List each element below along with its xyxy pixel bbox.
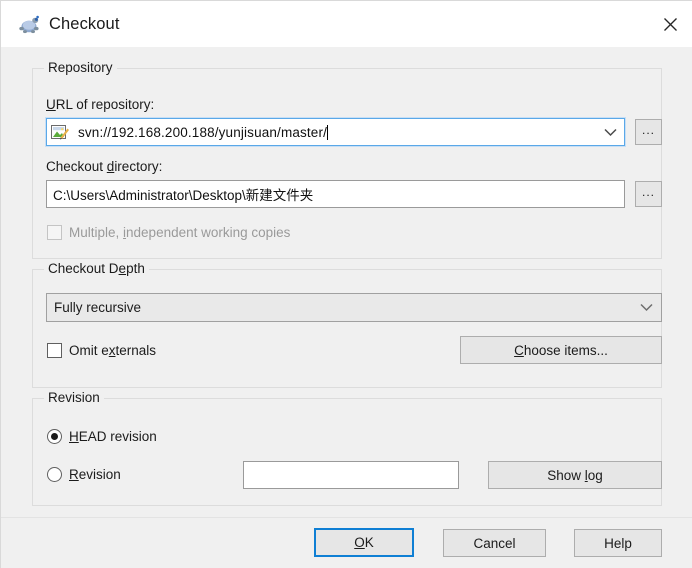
cancel-button[interactable]: Cancel <box>443 529 546 557</box>
url-combobox[interactable]: svn://192.168.200.188/yunjisuan/master/ <box>45 117 626 147</box>
title-bar: Checkout <box>1 1 692 47</box>
close-icon[interactable] <box>647 1 692 47</box>
checkout-depth-group: Checkout Depth <box>32 261 662 388</box>
checkout-depth-group-label: Checkout Depth <box>44 261 149 276</box>
checkout-directory-label: Checkout directory: <box>46 159 163 174</box>
radio-circle[interactable] <box>47 429 62 444</box>
checkbox-box[interactable] <box>47 343 62 358</box>
checkbox-box <box>47 225 62 240</box>
multiple-working-copies-label: Multiple, independent working copies <box>69 225 291 240</box>
text-caret <box>327 124 329 140</box>
footer-divider <box>1 517 692 518</box>
dialog-body: Repository URL of repository: svn://192.… <box>1 47 692 568</box>
omit-externals-checkbox[interactable]: Omit externals <box>47 343 156 358</box>
repository-edit-icon <box>51 124 69 141</box>
checkout-directory-value: C:\Users\Administrator\Desktop\新建文件夹 <box>53 188 314 203</box>
revision-number-input[interactable] <box>243 461 459 489</box>
ok-label: OK <box>354 535 374 550</box>
choose-items-button[interactable]: Choose items... <box>460 336 662 364</box>
show-log-button[interactable]: Show log <box>488 461 662 489</box>
tortoise-svn-icon <box>16 11 42 37</box>
multiple-working-copies-checkbox: Multiple, independent working copies <box>47 225 290 240</box>
window-title: Checkout <box>49 14 120 33</box>
checkout-depth-value: Fully recursive <box>54 300 142 315</box>
checkout-depth-dropdown[interactable]: Fully recursive <box>46 293 662 322</box>
revision-radio-label: Revision <box>69 467 121 482</box>
choose-items-label: Choose items... <box>514 342 608 358</box>
checkout-dialog-window: Checkout Repository URL of repository: s… <box>0 0 692 568</box>
chevron-down-icon[interactable] <box>596 119 624 145</box>
checkout-directory-input[interactable]: C:\Users\Administrator\Desktop\新建文件夹 <box>46 180 625 208</box>
url-browse-button[interactable]: ... <box>635 119 662 145</box>
directory-browse-button[interactable]: ... <box>635 181 662 207</box>
revision-group-label: Revision <box>44 390 104 405</box>
revision-radio[interactable]: Revision <box>47 467 121 482</box>
help-button[interactable]: Help <box>574 529 662 557</box>
ok-button[interactable]: OK <box>314 528 414 557</box>
url-label: URL of repository: <box>46 97 155 112</box>
omit-externals-label: Omit externals <box>69 343 157 358</box>
show-log-label: Show log <box>547 467 603 483</box>
head-revision-radio[interactable]: HEAD revision <box>47 429 157 444</box>
radio-circle[interactable] <box>47 467 62 482</box>
chevron-down-icon[interactable] <box>631 303 661 312</box>
repository-group-label: Repository <box>44 60 117 75</box>
head-revision-label: HEAD revision <box>69 429 157 444</box>
url-value: svn://192.168.200.188/yunjisuan/master/ <box>78 124 329 140</box>
revision-group: Revision <box>32 390 662 506</box>
